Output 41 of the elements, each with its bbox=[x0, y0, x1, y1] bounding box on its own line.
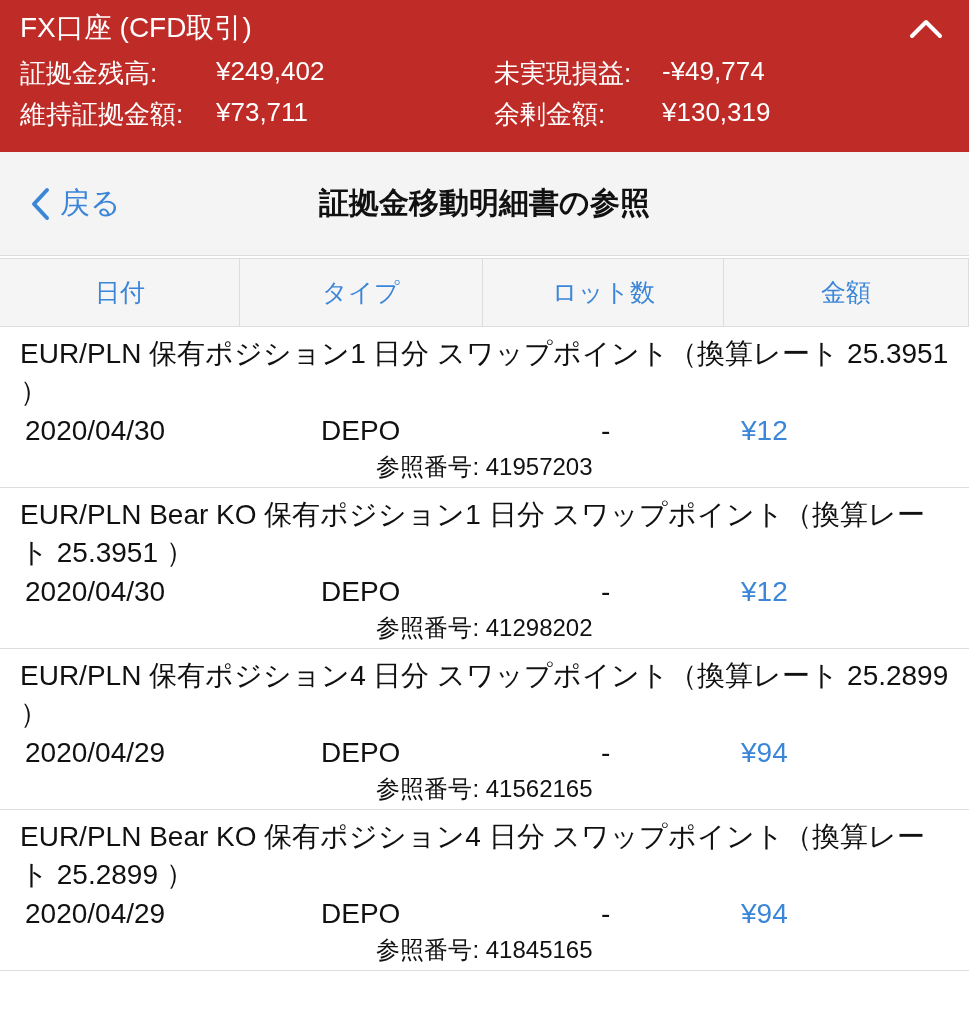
column-header[interactable]: 金額 bbox=[724, 258, 969, 326]
entry-amount: ¥12 bbox=[741, 415, 788, 447]
reference-number: 参照番号: 41298202 bbox=[376, 614, 593, 641]
entry-date: 2020/04/29 bbox=[24, 737, 167, 769]
entry-date: 2020/04/30 bbox=[24, 415, 167, 447]
reference-number: 参照番号: 41562165 bbox=[376, 775, 593, 802]
entry-type: DEPO bbox=[321, 415, 402, 447]
column-header[interactable]: タイプ bbox=[240, 258, 483, 326]
stat-label: 証拠金残高: bbox=[20, 57, 159, 90]
column-header[interactable]: 日付 bbox=[0, 258, 240, 326]
stat-label: 余剰金額: bbox=[494, 98, 607, 131]
page-title: 証拠金移動明細書の参照 bbox=[319, 185, 650, 221]
stat-value: ¥130,319 bbox=[662, 97, 771, 129]
entry-description: EUR/PLN 保有ポジション4 日分 スワップポイント（換算レート 25.2899 ） bbox=[20, 659, 949, 731]
back-chevron-icon bbox=[30, 186, 50, 221]
entry-description: EUR/PLN 保有ポジション1 日分 スワップポイント（換算レート 25.3951 ） bbox=[20, 337, 949, 409]
account-title: FX口座 (CFD取引) bbox=[20, 11, 252, 45]
entry-date: 2020/04/30 bbox=[24, 576, 167, 608]
entry-lots: - bbox=[601, 576, 612, 608]
stat-label: 維持証拠金額: bbox=[20, 98, 185, 131]
column-header[interactable]: ロット数 bbox=[483, 258, 724, 326]
entry-description: EUR/PLN Bear KO 保有ポジション1 日分 スワップポイント（換算レート 25.3951 ） bbox=[20, 498, 927, 570]
entry-type: DEPO bbox=[321, 898, 402, 930]
reference-number: 参照番号: 41957203 bbox=[376, 453, 593, 480]
entry-amount: ¥12 bbox=[741, 576, 788, 608]
entry-type: DEPO bbox=[321, 576, 402, 608]
entry-lots: - bbox=[601, 898, 612, 930]
stat-value: ¥249,402 bbox=[216, 56, 325, 88]
stat-value: ¥73,711 bbox=[216, 97, 309, 129]
reference-number: 参照番号: 41845165 bbox=[376, 936, 593, 963]
entry-lots: - bbox=[601, 415, 612, 447]
stat-value: -¥49,774 bbox=[662, 56, 765, 88]
entry-type: DEPO bbox=[321, 737, 402, 769]
stat-label: 未実現損益: bbox=[494, 57, 633, 90]
entry-description: EUR/PLN Bear KO 保有ポジション4 日分 スワップポイント（換算レート 25.2899 ） bbox=[20, 820, 927, 892]
entry-amount: ¥94 bbox=[741, 737, 788, 769]
entry-lots: - bbox=[601, 737, 612, 769]
entry-amount: ¥94 bbox=[741, 898, 788, 930]
entry-date: 2020/04/29 bbox=[24, 898, 167, 930]
collapse-chevron-icon[interactable] bbox=[909, 17, 943, 39]
back-button[interactable]: 戻る bbox=[0, 183, 121, 224]
